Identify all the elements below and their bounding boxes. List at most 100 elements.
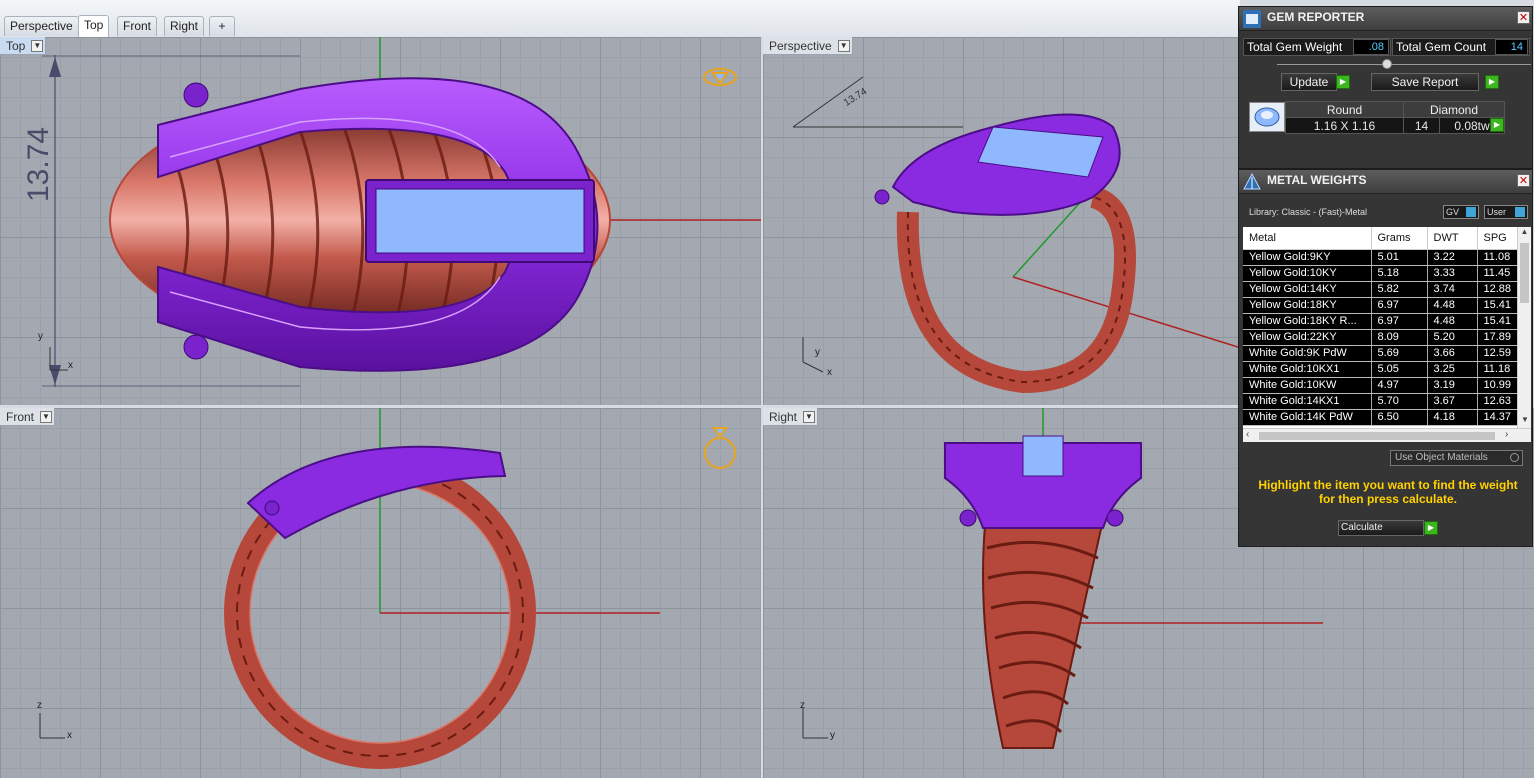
scroll-left-icon[interactable]: ‹: [1246, 429, 1249, 440]
gv-checkbox-icon[interactable]: [1466, 207, 1476, 217]
cell-dwt: 5.20: [1427, 329, 1478, 346]
cell-grams: 5.82: [1371, 281, 1428, 298]
column-metal[interactable]: Metal: [1243, 227, 1372, 250]
calculate-go-icon[interactable]: ▶: [1424, 521, 1438, 535]
cell-metal: White Gold:9K PdW: [1243, 345, 1372, 362]
table-row[interactable]: Yellow Gold:9KY 5.01 3.22 11.08: [1243, 249, 1519, 266]
viewport-title: Front: [6, 410, 35, 424]
scroll-down-icon[interactable]: ▼: [1518, 415, 1531, 424]
round-gem-icon: [1254, 107, 1280, 127]
axis-x-label: x: [827, 367, 832, 378]
table-row[interactable]: White Gold:10KX1 5.05 3.25 11.18: [1243, 361, 1519, 378]
scroll-right-icon[interactable]: ›: [1505, 429, 1508, 440]
close-icon[interactable]: ✕: [1517, 11, 1530, 24]
cell-dwt: 3.67: [1427, 393, 1478, 410]
column-dwt[interactable]: DWT: [1427, 227, 1478, 250]
table-row[interactable]: Yellow Gold:14KY 5.82 3.74 12.88: [1243, 281, 1519, 298]
hint-text: Highlight the item you want to find the …: [1258, 478, 1518, 506]
scroll-up-icon[interactable]: ▲: [1518, 227, 1531, 236]
cell-grams: 5.70: [1371, 393, 1428, 410]
axis-y-label: y: [815, 347, 820, 358]
tab-perspective[interactable]: Perspective: [4, 16, 79, 36]
cell-spg: 12.59: [1477, 345, 1519, 362]
axis-z-label: z: [37, 700, 42, 711]
cell-dwt: 3.66: [1427, 345, 1478, 362]
gem-row-go-icon[interactable]: ▶: [1490, 118, 1504, 132]
user-label: User: [1487, 207, 1507, 217]
chevron-down-icon[interactable]: ▼: [837, 40, 850, 52]
cell-grams: 8.09: [1371, 329, 1428, 346]
chevron-down-icon[interactable]: ▼: [803, 411, 816, 423]
library-label: Library: Classic - (Fast)-Metal: [1249, 207, 1368, 217]
chevron-down-icon[interactable]: ▼: [31, 40, 44, 52]
tab-front[interactable]: Front: [117, 16, 158, 36]
tab-top[interactable]: Top: [78, 15, 110, 37]
label-text: Total Gem Count: [1396, 40, 1487, 54]
cell-grams: 5.01: [1371, 249, 1428, 266]
horizontal-scrollbar[interactable]: ‹ ›: [1243, 428, 1531, 442]
viewport-front[interactable]: Front ▼ z x: [0, 408, 761, 778]
slider-handle[interactable]: [1382, 59, 1392, 69]
panel-title: METAL WEIGHTS: [1267, 173, 1367, 187]
gem-count: 14: [1403, 117, 1440, 134]
cell-spg: 12.63: [1477, 393, 1519, 410]
viewport-label-top[interactable]: Top ▼: [0, 37, 47, 55]
update-go-icon[interactable]: ▶: [1336, 75, 1350, 89]
cell-metal: White Gold:14K PdW: [1243, 409, 1372, 426]
table-row[interactable]: Yellow Gold:10KY 5.18 3.33 11.45: [1243, 265, 1519, 282]
cell-grams: 6.50: [1371, 409, 1428, 426]
axis-x-label: x: [68, 360, 73, 371]
gem-reporter-titlebar: GEM REPORTER ✕: [1239, 7, 1532, 31]
viewport-tab-bar: Perspective Top Front Right +: [0, 0, 1240, 37]
metal-weights-table[interactable]: Metal Grams DWT SPG Yellow Gold:9KY 5.01 3…: [1243, 227, 1531, 442]
cell-spg: 15.41: [1477, 313, 1519, 330]
column-grams[interactable]: Grams: [1371, 227, 1428, 250]
table-row[interactable]: White Gold:10KW 4.97 3.19 10.99: [1243, 377, 1519, 394]
chevron-down-icon[interactable]: ▼: [40, 411, 53, 423]
scroll-thumb[interactable]: [1520, 243, 1529, 303]
cell-dwt: 3.22: [1427, 249, 1478, 266]
viewport-label-right[interactable]: Right ▼: [763, 408, 819, 426]
add-tab-button[interactable]: +: [209, 16, 235, 36]
close-icon[interactable]: ✕: [1517, 174, 1530, 187]
viewport-perspective[interactable]: Perspective ▼ 13.74 y x: [763, 37, 1238, 405]
tab-right[interactable]: Right: [164, 16, 205, 36]
hscroll-thumb[interactable]: [1259, 432, 1495, 440]
column-spg[interactable]: SPG: [1477, 227, 1519, 250]
vertical-scrollbar[interactable]: ▲ ▼: [1517, 227, 1531, 440]
viewport-top[interactable]: Top ▼ 13.74 y x: [0, 37, 761, 405]
gem-table-header: Round Diamond: [1285, 101, 1505, 118]
save-report-button[interactable]: Save Report: [1371, 73, 1479, 91]
cell-grams: 5.05: [1371, 361, 1428, 378]
use-object-materials-checkbox[interactable]: Use Object Materials: [1390, 450, 1523, 466]
cell-metal: Yellow Gold:9KY: [1243, 249, 1372, 266]
user-checkbox-icon[interactable]: [1515, 207, 1525, 217]
viewport-label-perspective[interactable]: Perspective ▼: [763, 37, 853, 55]
cell-spg: 17.89: [1477, 329, 1519, 346]
table-row[interactable]: White Gold:14K PdW 6.50 4.18 14.37: [1243, 409, 1519, 426]
table-row[interactable]: Yellow Gold:18KY 6.97 4.48 15.41: [1243, 297, 1519, 314]
cell-metal: White Gold:14KX1: [1243, 393, 1372, 410]
cell-grams: 6.97: [1371, 313, 1428, 330]
gem-reporter-icon: [1243, 10, 1261, 28]
gem-table-row[interactable]: 1.16 X 1.16 14 0.08tw: [1285, 117, 1505, 134]
calculate-button[interactable]: Calculate: [1338, 520, 1424, 536]
table-row[interactable]: Yellow Gold:18KY R... 6.97 4.48 15.41: [1243, 313, 1519, 330]
viewport-label-front[interactable]: Front ▼: [0, 408, 56, 426]
cell-metal: Yellow Gold:14KY: [1243, 281, 1372, 298]
table-row[interactable]: White Gold:14KX1 5.70 3.67 12.63: [1243, 393, 1519, 410]
cell-dwt: 4.48: [1427, 313, 1478, 330]
viewport-title: Top: [6, 39, 26, 53]
cell-grams: 5.18: [1371, 265, 1428, 282]
cell-spg: 12.88: [1477, 281, 1519, 298]
gem-table: Round Diamond 1.16 X 1.16 14 0.08tw: [1285, 101, 1505, 134]
metal-table-header: Metal Grams DWT SPG: [1243, 227, 1519, 250]
cell-spg: 11.08: [1477, 249, 1519, 266]
checkbox-icon[interactable]: [1510, 453, 1519, 462]
update-button[interactable]: Update: [1281, 73, 1337, 91]
table-row[interactable]: White Gold:9K PdW 5.69 3.66 12.59: [1243, 345, 1519, 362]
table-row[interactable]: Yellow Gold:22KY 8.09 5.20 17.89: [1243, 329, 1519, 346]
save-report-go-icon[interactable]: ▶: [1485, 75, 1499, 89]
top-view-drawing: [42, 37, 761, 387]
gem-reporter-panel: GEM REPORTER ✕ Total Gem Weight .08 Tota…: [1238, 6, 1533, 169]
